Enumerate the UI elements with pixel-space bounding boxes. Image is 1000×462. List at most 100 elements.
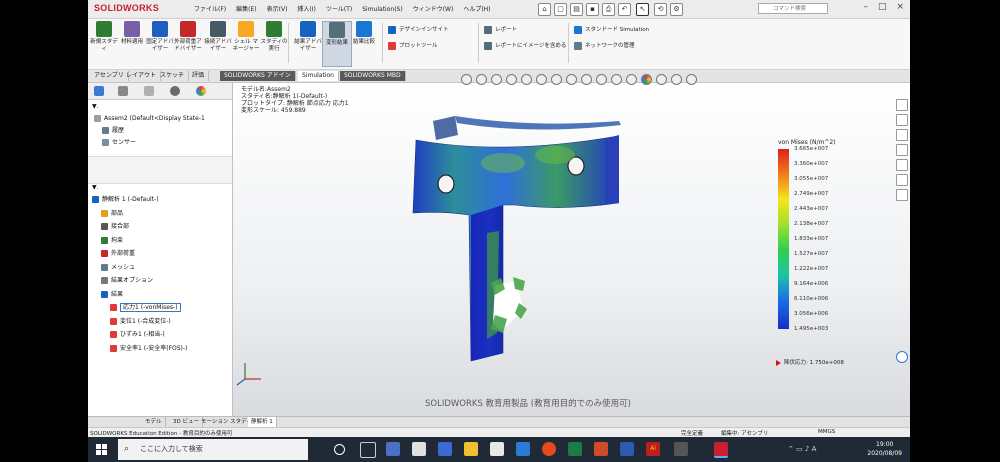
- ribbon-button[interactable]: 固定アドバイザー: [146, 21, 174, 53]
- menu-item[interactable]: 挿入(I): [297, 6, 315, 13]
- study-tree-item[interactable]: 結果: [101, 290, 123, 299]
- app-icon[interactable]: [438, 442, 452, 456]
- configuration-icon[interactable]: [144, 86, 154, 96]
- feature-tree-icon[interactable]: [94, 86, 104, 96]
- resources-icon[interactable]: [896, 99, 908, 111]
- chrome-icon[interactable]: [542, 442, 556, 456]
- app-icon[interactable]: [386, 442, 400, 456]
- ribbon-button[interactable]: 外部荷重アドバイザー: [174, 21, 202, 53]
- maximize-icon[interactable]: □: [878, 2, 887, 12]
- solidworks-help-icon[interactable]: [896, 351, 908, 363]
- file-explorer-icon[interactable]: [464, 442, 478, 456]
- study-tree-item[interactable]: 部品: [101, 209, 123, 218]
- taskbar-search-input[interactable]: ⌕ ここに入力して検索: [118, 439, 308, 460]
- filter-icon[interactable]: ▼.: [92, 103, 99, 111]
- legend-value: 2.749e+007: [794, 191, 829, 197]
- study-tree-item[interactable]: 拘束: [101, 236, 123, 245]
- custom-properties-icon[interactable]: [896, 174, 908, 186]
- new-file-icon[interactable]: ▢: [554, 3, 567, 16]
- ribbon-button[interactable]: シェル マネージャー: [232, 21, 260, 53]
- menu-item[interactable]: 編集(E): [236, 6, 256, 13]
- mail-icon[interactable]: [516, 442, 530, 456]
- menu-item[interactable]: ウィンドウ(W): [413, 6, 454, 13]
- ribbon-button[interactable]: 結果アドバイザー: [294, 21, 322, 53]
- display-manager-icon[interactable]: [196, 86, 206, 96]
- close-icon[interactable]: ×: [896, 2, 904, 12]
- design-library-icon[interactable]: [896, 114, 908, 126]
- ribbon-button[interactable]: 結果比較: [350, 21, 378, 46]
- ribbon-small-button[interactable]: デザインインサイト: [388, 25, 449, 34]
- tree-item[interactable]: Assem2 (Default<Display State-1: [94, 115, 205, 123]
- ribbon-button[interactable]: スタディの実行: [260, 21, 288, 53]
- command-search-input[interactable]: コマンド検索: [758, 3, 828, 14]
- bottom-tab[interactable]: 静解析 1: [248, 417, 277, 427]
- ribbon-button[interactable]: 変形結果: [322, 21, 352, 67]
- study-tree-item[interactable]: 結果オプション: [101, 277, 153, 285]
- tree-item[interactable]: センサー: [102, 139, 136, 147]
- open-folder-icon[interactable]: ▤: [570, 3, 583, 16]
- menu-item[interactable]: 表示(V): [267, 6, 288, 13]
- study-tree-item[interactable]: 接合部: [101, 223, 129, 231]
- command-tab[interactable]: SOLIDWORKS アドイン: [220, 71, 296, 81]
- study-tree-item[interactable]: ひずみ1 (-相当-): [110, 331, 165, 339]
- ribbon-small-button[interactable]: ネットワークの管理: [574, 41, 635, 50]
- command-tab[interactable]: スケッチ: [156, 71, 190, 81]
- study-tree-icon: [101, 263, 108, 271]
- ribbon-small-button[interactable]: レポートにイメージを含める: [484, 41, 566, 50]
- menu-item[interactable]: ファイル(F): [194, 6, 226, 13]
- select-arrow-icon[interactable]: ↖: [636, 3, 649, 16]
- ribbon-button[interactable]: 接続アドバイザー: [204, 21, 232, 53]
- save-icon[interactable]: ▪: [586, 3, 599, 16]
- tree-item[interactable]: 履歴: [102, 127, 124, 135]
- ribbon-button[interactable]: 新規スタディ: [90, 21, 118, 53]
- panel-splitter[interactable]: [88, 156, 232, 184]
- minimize-icon[interactable]: –: [863, 2, 868, 12]
- dimxpert-icon[interactable]: [170, 86, 180, 96]
- windows-start-icon[interactable]: [96, 444, 107, 455]
- study-tree-item[interactable]: 応力1 (-vonMises-): [110, 303, 181, 312]
- ribbon-button[interactable]: 材料適用: [118, 21, 146, 46]
- status-units[interactable]: MMGS: [818, 429, 835, 435]
- task-view-icon[interactable]: [360, 442, 376, 458]
- home-icon[interactable]: ⌂: [538, 3, 551, 16]
- ribbon-small-button[interactable]: レポート: [484, 25, 517, 34]
- study-tree-item[interactable]: 静解析 1 (-Default-): [92, 196, 159, 204]
- menu-item[interactable]: ヘルプ(H): [463, 6, 490, 13]
- graphics-viewport[interactable]: モデル名:Assem2 スタディ名:静解析 1(-Default-) プロットタ…: [233, 74, 910, 416]
- ribbon-small-button[interactable]: スタンドード Simulation: [574, 25, 649, 34]
- command-tab[interactable]: Simulation: [298, 71, 339, 81]
- tray-icons[interactable]: ⌃ ▭ ♪ A: [788, 445, 816, 453]
- property-manager-icon[interactable]: [118, 86, 128, 96]
- app-icon[interactable]: [674, 442, 688, 456]
- store-icon[interactable]: [490, 442, 504, 456]
- app-icon[interactable]: [412, 442, 426, 456]
- word-icon[interactable]: [620, 442, 634, 456]
- rebuild-icon[interactable]: ⟲: [654, 3, 667, 16]
- excel-icon[interactable]: [568, 442, 582, 456]
- forum-icon[interactable]: [896, 189, 908, 201]
- study-tree-item[interactable]: 外部荷重: [101, 250, 135, 258]
- ribbon-small-button[interactable]: プロットツール: [388, 41, 438, 50]
- undo-icon[interactable]: ↶: [618, 3, 631, 16]
- clock[interactable]: 19:00 2020/08/09: [867, 440, 902, 458]
- command-tab[interactable]: 評価: [188, 71, 210, 81]
- powerpoint-icon[interactable]: [594, 442, 608, 456]
- bottom-tab[interactable]: モデル: [142, 417, 166, 427]
- study-tree-item[interactable]: 安全率1 (-安全率(FOS)-): [110, 344, 187, 353]
- view-palette-icon[interactable]: [896, 144, 908, 156]
- command-tab[interactable]: SOLIDWORKS MBD: [340, 71, 406, 81]
- study-tree-item[interactable]: 変位1 (-合成変位-): [110, 317, 171, 326]
- menu-item[interactable]: Simulation(S): [362, 6, 402, 13]
- illustrator-icon[interactable]: Ai: [646, 442, 660, 456]
- model-stress-plot[interactable]: [233, 83, 773, 416]
- cortana-icon[interactable]: [334, 444, 345, 455]
- stress-legend[interactable]: von Mises (N/m^2) 3.665e+007 3.360e+007 3.…: [772, 135, 872, 375]
- options-gear-icon[interactable]: ⚙: [670, 3, 683, 16]
- study-filter-icon[interactable]: ▼.: [92, 184, 99, 192]
- solidworks-taskbar-icon[interactable]: [714, 442, 728, 458]
- appearances-icon[interactable]: [896, 159, 908, 171]
- menu-item[interactable]: ツール(T): [326, 6, 352, 13]
- file-explorer-icon[interactable]: [896, 129, 908, 141]
- study-tree-item[interactable]: メッシュ: [101, 263, 135, 272]
- print-icon[interactable]: ⎙: [602, 3, 615, 16]
